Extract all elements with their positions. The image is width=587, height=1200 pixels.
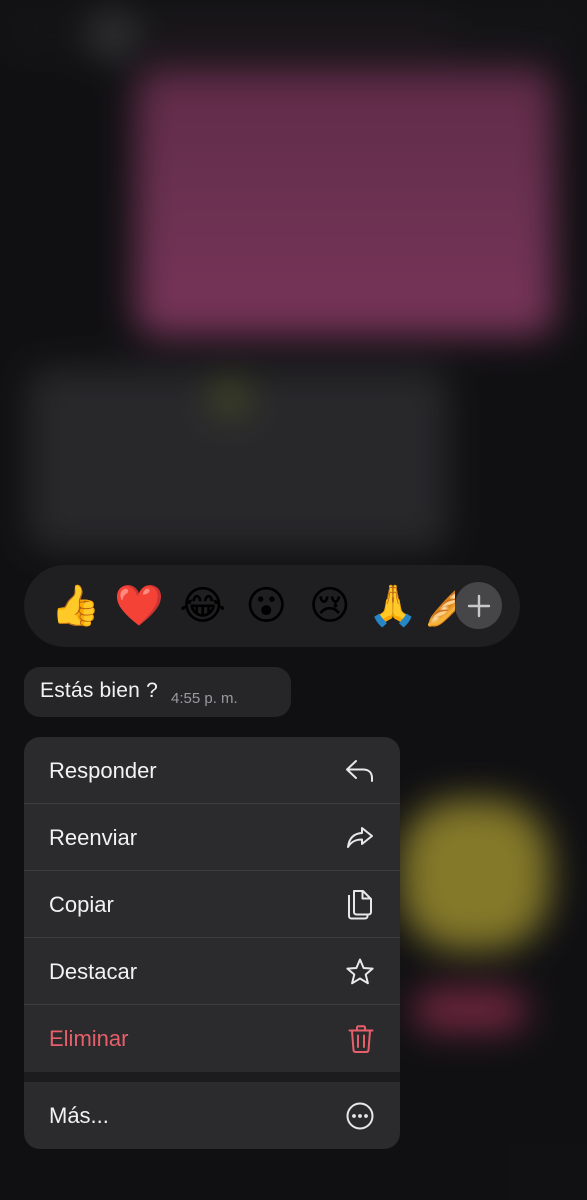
menu-item-reply[interactable]: Responder: [24, 737, 400, 804]
reaction-partial[interactable]: 🥖: [425, 576, 455, 636]
menu-item-forward[interactable]: Reenviar: [24, 804, 400, 871]
reaction-crying[interactable]: 😢: [298, 576, 362, 636]
menu-item-delete[interactable]: Eliminar: [24, 1005, 400, 1072]
reaction-praying[interactable]: 🙏: [362, 576, 426, 636]
message-text: Estás bien ?: [40, 679, 158, 702]
reaction-thumbs-up[interactable]: 👍: [44, 576, 108, 636]
reaction-surprised[interactable]: 😮: [235, 576, 299, 636]
menu-item-label: Responder: [49, 757, 157, 783]
menu-item-label: Destacar: [49, 958, 138, 984]
trash-icon: [347, 1024, 375, 1054]
menu-item-label: Reenviar: [49, 824, 138, 850]
menu-item-copy[interactable]: Copiar: [24, 871, 400, 938]
menu-item-star[interactable]: Destacar: [24, 938, 400, 1005]
menu-item-label: Copiar: [49, 891, 114, 917]
message-timestamp: 4:55 p. m.: [171, 690, 238, 707]
context-menu: Responder Reenviar Copiar Destacar Elimi…: [24, 737, 400, 1149]
plus-icon: [467, 594, 491, 618]
more-reactions-button[interactable]: [455, 582, 502, 629]
forward-icon: [345, 825, 375, 851]
reaction-laughing[interactable]: 😂: [171, 576, 235, 636]
more-icon: [345, 1101, 375, 1131]
reaction-bar: 👍 ❤️ 😂 😮 😢 🙏 🥖: [24, 565, 520, 647]
menu-section-gap: [24, 1072, 400, 1082]
reply-icon: [345, 758, 375, 784]
menu-item-label: Eliminar: [49, 1025, 129, 1051]
copy-icon: [345, 889, 375, 921]
star-icon: [345, 957, 375, 987]
screen: 👍 ❤️ 😂 😮 😢 🙏 🥖 Estás bien ? 4:55 p. m. R…: [0, 0, 587, 1200]
menu-item-more[interactable]: Más...: [24, 1082, 400, 1149]
reaction-heart[interactable]: ❤️: [108, 576, 172, 636]
menu-item-label: Más...: [49, 1102, 109, 1128]
